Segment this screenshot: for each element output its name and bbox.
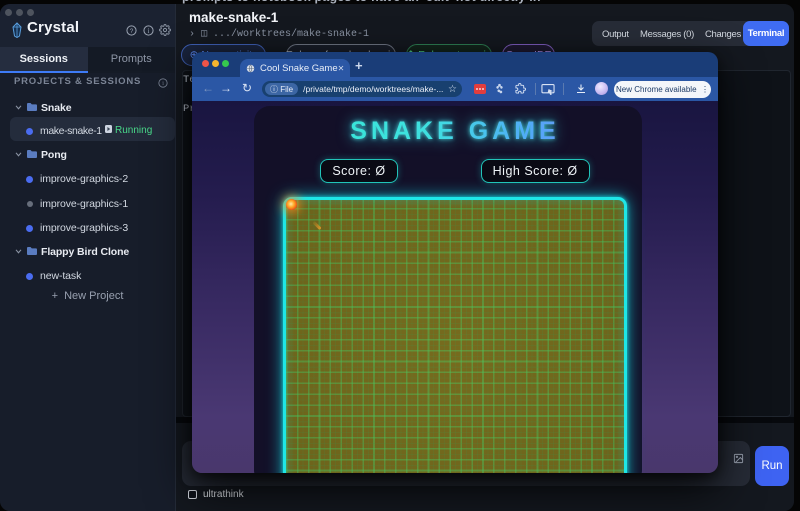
svg-text:i: i: [148, 28, 150, 35]
svg-text:i: i: [162, 81, 164, 87]
svg-text:?: ?: [130, 28, 134, 35]
